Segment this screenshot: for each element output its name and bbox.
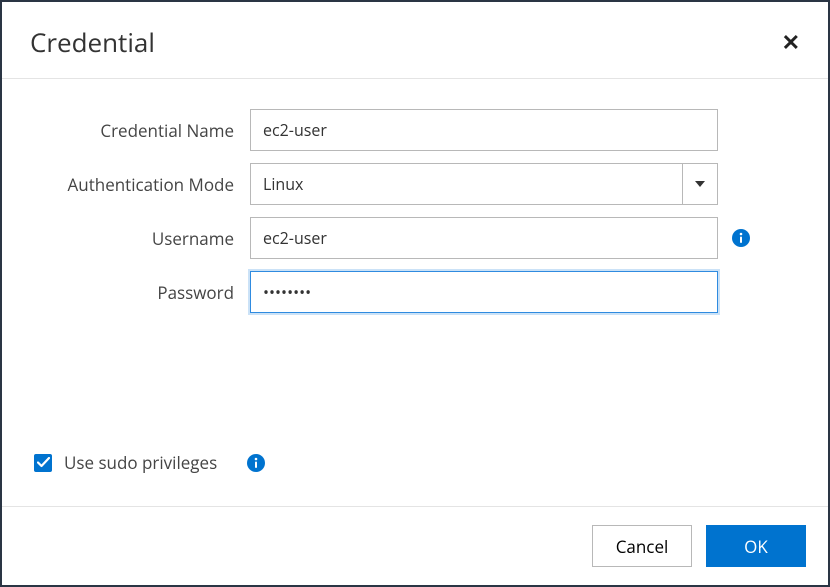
close-icon[interactable]: ✕ [782,31,800,53]
dialog-header: Credential ✕ [2,2,828,78]
chevron-down-icon[interactable] [682,163,718,205]
row-credential-name: Credential Name [32,109,798,151]
auth-mode-select[interactable]: Linux [250,163,718,205]
credential-name-input[interactable] [250,109,718,151]
label-username: Username [32,227,250,250]
label-auth-mode: Authentication Mode [32,173,250,196]
dialog-footer: Cancel OK [2,506,828,585]
control-wrap: Linux [250,163,718,205]
row-sudo: Use sudo privileges [32,451,798,486]
control-wrap [250,109,718,151]
dialog-title: Credential [30,24,155,60]
row-username: Username [32,217,798,259]
username-input[interactable] [250,217,718,259]
label-credential-name: Credential Name [32,119,250,142]
label-password: Password [32,281,250,304]
label-sudo: Use sudo privileges [64,451,217,474]
control-wrap [250,271,718,313]
auth-mode-display[interactable]: Linux [250,163,682,205]
control-wrap [250,217,750,259]
row-password: Password [32,271,798,313]
ok-button[interactable]: OK [706,525,806,567]
password-input[interactable] [250,271,718,313]
info-icon[interactable] [732,229,750,247]
row-auth-mode: Authentication Mode Linux [32,163,798,205]
dialog-body: Credential Name Authentication Mode Linu… [2,79,828,506]
spacer [32,325,798,451]
sudo-checkbox[interactable] [34,454,52,472]
cancel-button[interactable]: Cancel [592,525,692,567]
info-icon[interactable] [247,454,265,472]
